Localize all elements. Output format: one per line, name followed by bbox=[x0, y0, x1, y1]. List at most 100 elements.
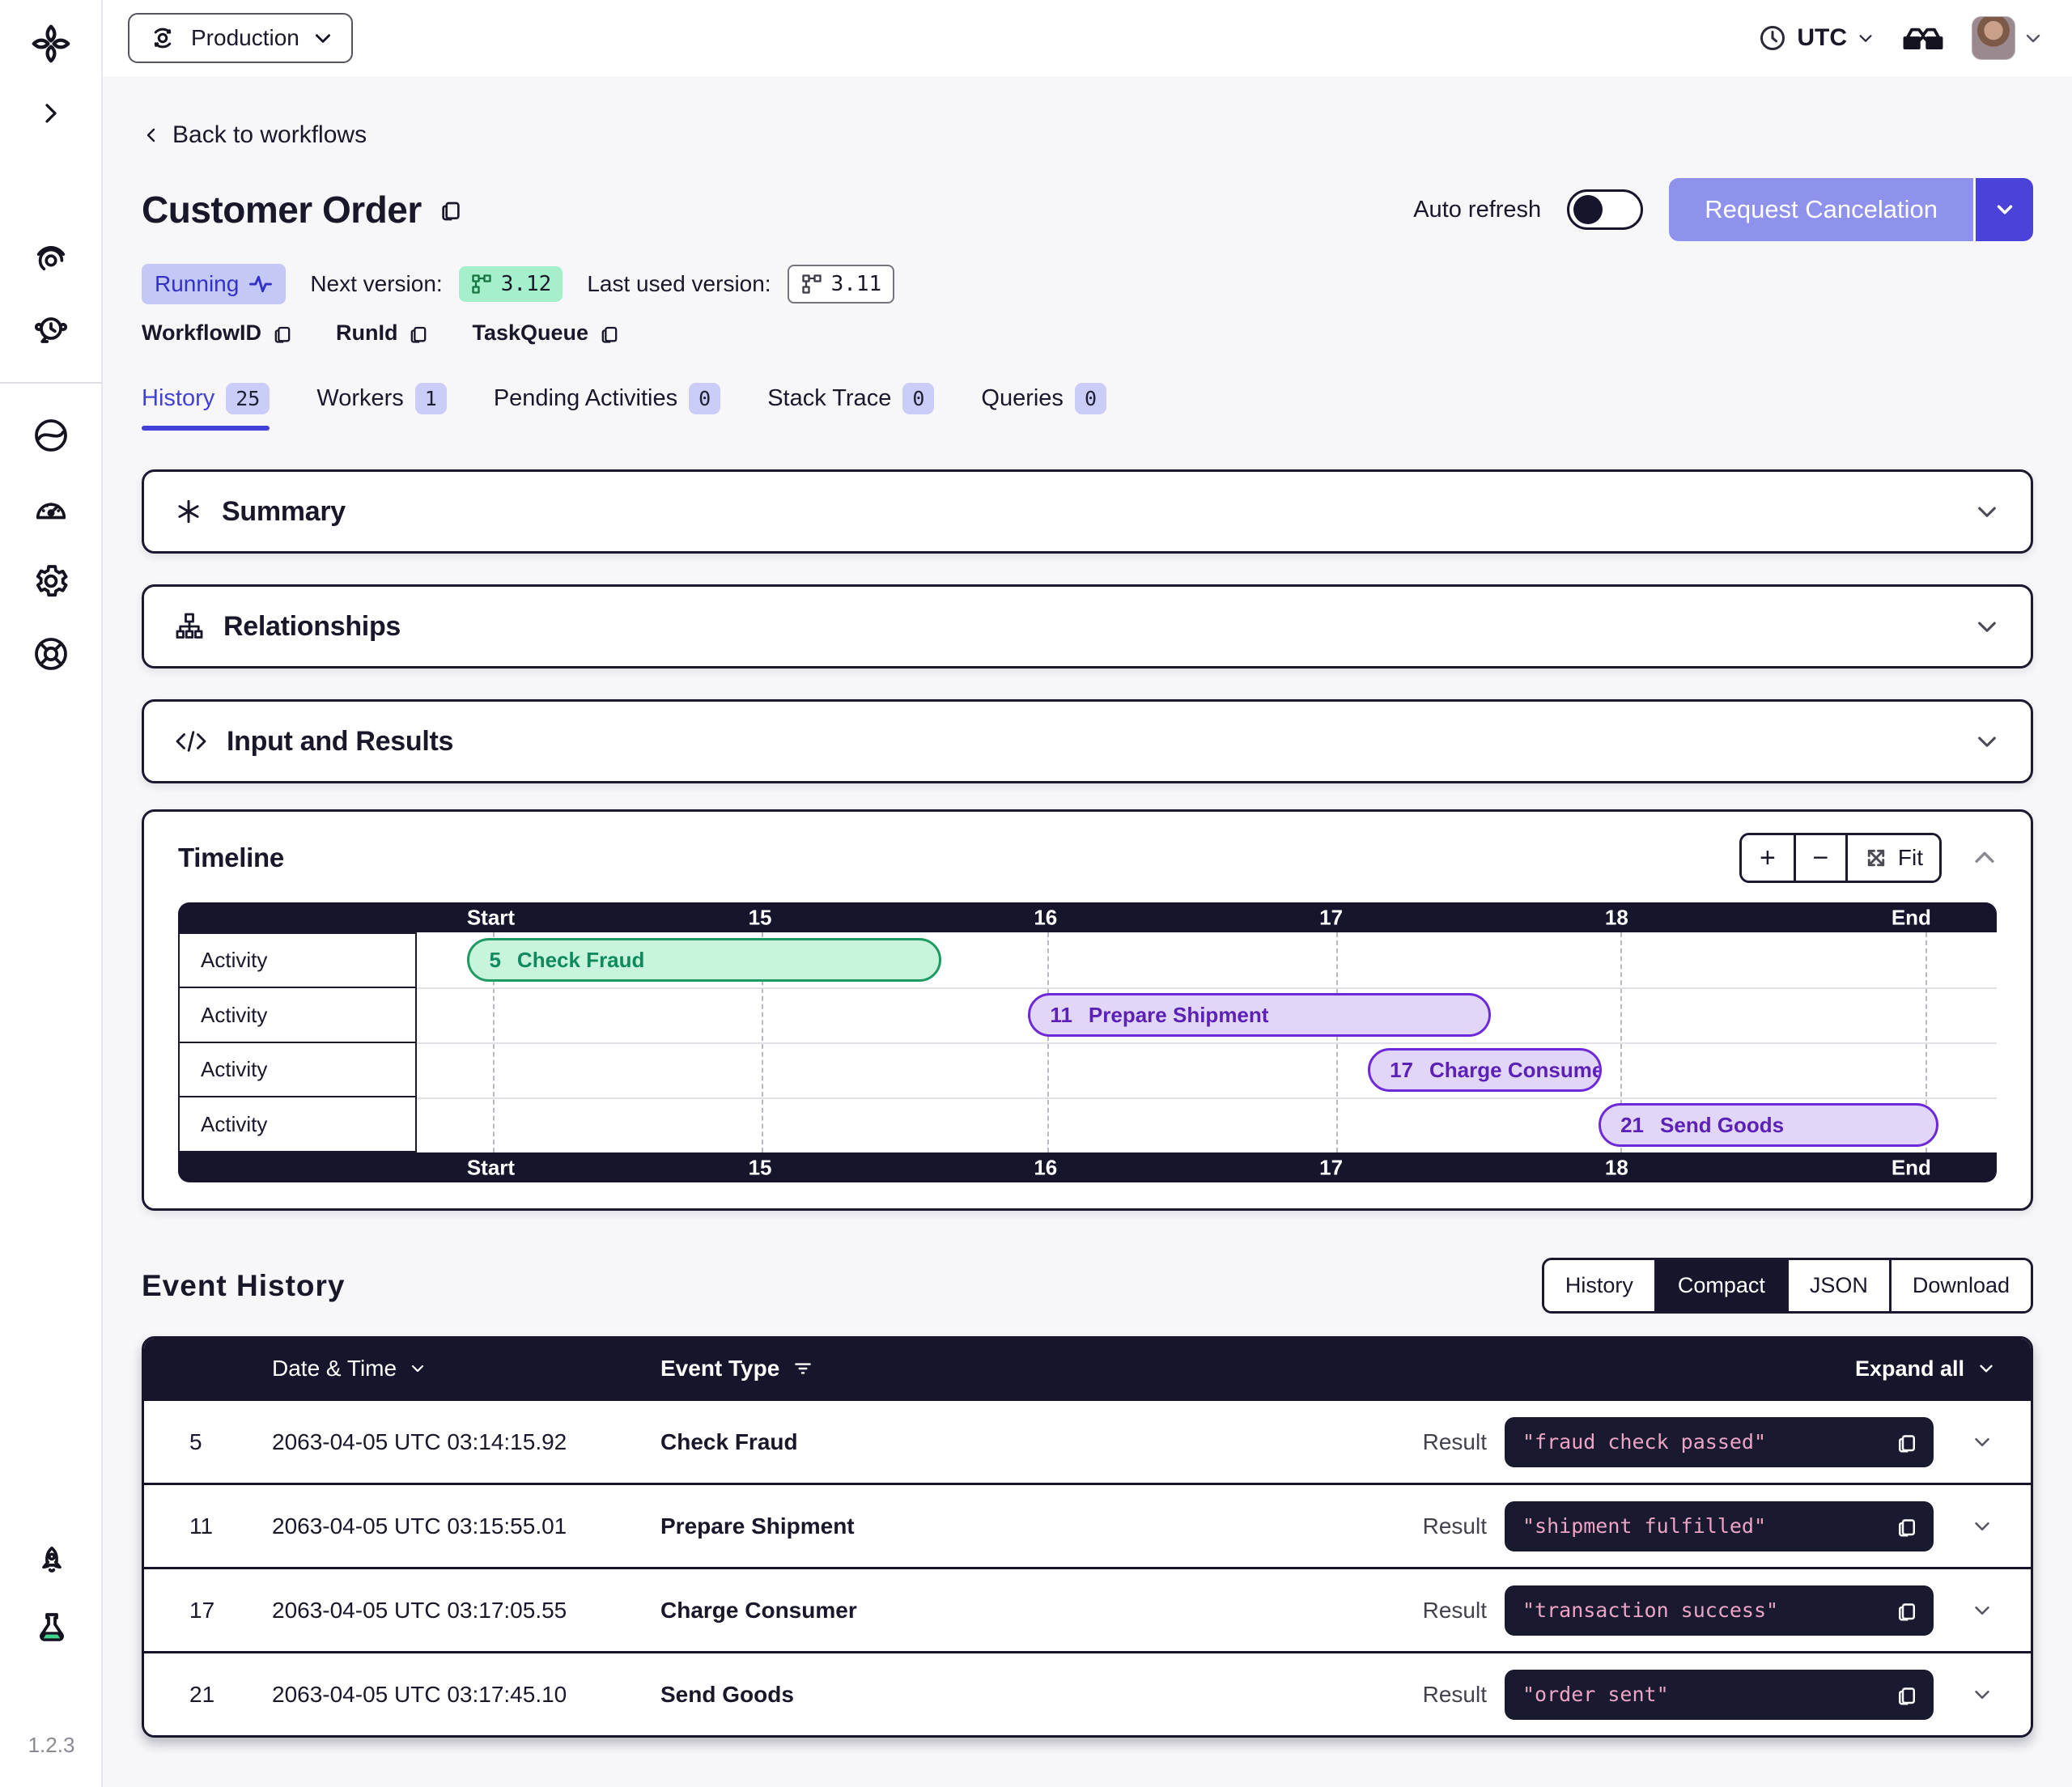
nexus-icon[interactable] bbox=[25, 410, 77, 461]
view-history-button[interactable]: History bbox=[1544, 1260, 1654, 1311]
chevron-down-icon bbox=[1976, 1358, 1997, 1379]
view-download-button[interactable]: Download bbox=[1889, 1260, 2031, 1311]
settings-gear-icon[interactable] bbox=[25, 555, 77, 607]
chevron-down-icon[interactable] bbox=[1974, 613, 2000, 639]
namespaces-icon[interactable] bbox=[25, 233, 77, 285]
temporal-logo-icon[interactable] bbox=[25, 18, 77, 70]
event-type-column-header[interactable]: Event Type bbox=[654, 1356, 1075, 1382]
timeline-tick-label: End bbox=[1892, 905, 1931, 930]
chevron-down-icon bbox=[312, 28, 333, 49]
timeline-panel: Timeline + − Fit St bbox=[142, 809, 2033, 1211]
event-row[interactable]: 5 2063-04-05 UTC 03:14:15.92 Check Fraud… bbox=[144, 1399, 2031, 1483]
expand-row-chevron[interactable] bbox=[1934, 1683, 2031, 1707]
expand-sidebar-button[interactable] bbox=[25, 87, 77, 139]
view-compact-button[interactable]: Compact bbox=[1654, 1260, 1786, 1311]
timeline-tick-label: 17 bbox=[1319, 1155, 1343, 1180]
copy-icon bbox=[598, 322, 621, 345]
tab-workers[interactable]: Workers1 bbox=[316, 383, 446, 431]
support-lifebuoy-icon[interactable] bbox=[25, 628, 77, 680]
workflow-title: Customer Order bbox=[142, 188, 422, 231]
chevron-down-icon[interactable] bbox=[1974, 499, 2000, 524]
namespace-switcher[interactable]: Production bbox=[128, 13, 353, 63]
event-type: Send Goods bbox=[654, 1682, 1075, 1708]
app-version: 1.2.3 bbox=[28, 1733, 75, 1758]
usage-gauge-icon[interactable] bbox=[25, 482, 77, 534]
copy-icon[interactable] bbox=[1895, 1683, 1919, 1707]
timeline-zoom-out-button[interactable]: − bbox=[1794, 835, 1845, 881]
expand-row-chevron[interactable] bbox=[1934, 1514, 2031, 1539]
expand-row-chevron[interactable] bbox=[1934, 1598, 2031, 1623]
event-time: 2063-04-05 UTC 03:17:05.55 bbox=[265, 1598, 654, 1624]
user-menu[interactable] bbox=[1972, 16, 2043, 60]
copy-icon[interactable] bbox=[1895, 1598, 1919, 1623]
auto-refresh-toggle[interactable] bbox=[1567, 189, 1643, 230]
chevron-down-icon bbox=[1993, 197, 2017, 222]
summary-accordion[interactable]: Summary bbox=[142, 469, 2033, 554]
result-label: Result bbox=[1423, 1682, 1487, 1708]
timeline-bar-send-goods[interactable]: 21Send Goods bbox=[1599, 1103, 1938, 1147]
schedules-icon[interactable] bbox=[25, 304, 77, 356]
fit-expand-icon bbox=[1864, 846, 1888, 870]
timeline-row-labels: ActivityActivityActivityActivity bbox=[178, 932, 417, 1152]
timeline-tick-label: Start bbox=[467, 905, 515, 930]
timeline-row-label: Activity bbox=[178, 987, 417, 1043]
timezone-selector[interactable]: UTC bbox=[1758, 23, 1875, 53]
tab-queries[interactable]: Queries0 bbox=[981, 383, 1106, 431]
labs-flask-icon[interactable] bbox=[26, 1603, 78, 1655]
timeline-bar-charge-consumer[interactable]: 17Charge Consumer bbox=[1368, 1048, 1602, 1092]
cancel-menu-caret[interactable] bbox=[1973, 178, 2033, 241]
chevron-down-icon bbox=[1970, 1683, 1994, 1707]
tab-pending-activities[interactable]: Pending Activities0 bbox=[494, 383, 720, 431]
event-row[interactable]: 11 2063-04-05 UTC 03:15:55.01 Prepare Sh… bbox=[144, 1483, 2031, 1567]
chevron-left-icon bbox=[142, 125, 161, 145]
event-row[interactable]: 17 2063-04-05 UTC 03:17:05.55 Charge Con… bbox=[144, 1567, 2031, 1651]
task-queue-copy[interactable]: TaskQueue bbox=[472, 320, 621, 346]
event-id: 17 bbox=[144, 1598, 265, 1624]
workflow-tabs: History25 Workers1 Pending Activities0 S… bbox=[142, 383, 2033, 431]
view-json-button[interactable]: JSON bbox=[1786, 1260, 1889, 1311]
timeline-tick-label: 18 bbox=[1605, 905, 1628, 930]
expand-all-button[interactable]: Expand all bbox=[1075, 1356, 2031, 1382]
last-used-version-label: Last used version: bbox=[587, 271, 771, 297]
copy-icon[interactable] bbox=[1895, 1514, 1919, 1539]
timeline-bar-check-fraud[interactable]: 5Check Fraud bbox=[467, 938, 941, 982]
chevron-down-icon[interactable] bbox=[1974, 728, 2000, 754]
git-branch-icon bbox=[800, 273, 823, 295]
relationships-accordion[interactable]: Relationships bbox=[142, 584, 2033, 669]
sitemap-icon bbox=[175, 612, 204, 641]
whats-new-rocket-icon[interactable] bbox=[26, 1537, 78, 1589]
timeline-tick-label: 16 bbox=[1034, 1155, 1057, 1180]
collapse-timeline-chevron-up-icon[interactable] bbox=[1971, 844, 1998, 872]
input-results-accordion[interactable]: Input and Results bbox=[142, 699, 2033, 783]
timeline-axis-bottom: Start15161718End bbox=[178, 1152, 1997, 1182]
workflow-id-copy[interactable]: WorkflowID bbox=[142, 320, 294, 346]
timeline-tick-label: 18 bbox=[1605, 1155, 1628, 1180]
event-history-title: Event History bbox=[142, 1269, 346, 1303]
expand-row-chevron[interactable] bbox=[1934, 1430, 2031, 1454]
pulse-icon bbox=[248, 272, 273, 296]
next-version-badge: 3.12 bbox=[459, 266, 563, 302]
date-time-column-header[interactable]: Date & Time bbox=[265, 1356, 654, 1382]
left-nav-rail: 1.2.3 bbox=[0, 0, 103, 1787]
copy-icon[interactable] bbox=[1895, 1430, 1919, 1454]
timeline-fit-button[interactable]: Fit bbox=[1845, 835, 1939, 881]
tab-history[interactable]: History25 bbox=[142, 383, 270, 431]
timeline-title: Timeline bbox=[178, 843, 284, 873]
copy-icon[interactable] bbox=[438, 197, 464, 223]
event-history-table: Date & Time Event Type Expand all 5 2063… bbox=[142, 1336, 2033, 1738]
labs-glasses-icon[interactable] bbox=[1902, 22, 1944, 54]
namespace-label: Production bbox=[191, 25, 299, 51]
timeline-chart: Start 15 16 17 18 End ActivityActivityActivit… bbox=[178, 902, 1997, 1182]
run-id-copy[interactable]: RunId bbox=[336, 320, 430, 346]
event-type: Charge Consumer bbox=[654, 1598, 1075, 1624]
timeline-tick-label: 15 bbox=[749, 1155, 772, 1180]
timeline-bar-prepare-shipment[interactable]: 11Prepare Shipment bbox=[1028, 993, 1491, 1037]
timeline-zoom-in-button[interactable]: + bbox=[1742, 835, 1794, 881]
git-branch-icon bbox=[470, 273, 493, 295]
event-type: Prepare Shipment bbox=[654, 1513, 1075, 1539]
tab-stack-trace[interactable]: Stack Trace0 bbox=[767, 383, 934, 431]
result-label: Result bbox=[1423, 1429, 1487, 1455]
back-to-workflows-link[interactable]: Back to workflows bbox=[142, 121, 367, 149]
auto-refresh-label: Auto refresh bbox=[1413, 197, 1541, 223]
event-row[interactable]: 21 2063-04-05 UTC 03:17:45.10 Send Goods… bbox=[144, 1651, 2031, 1735]
